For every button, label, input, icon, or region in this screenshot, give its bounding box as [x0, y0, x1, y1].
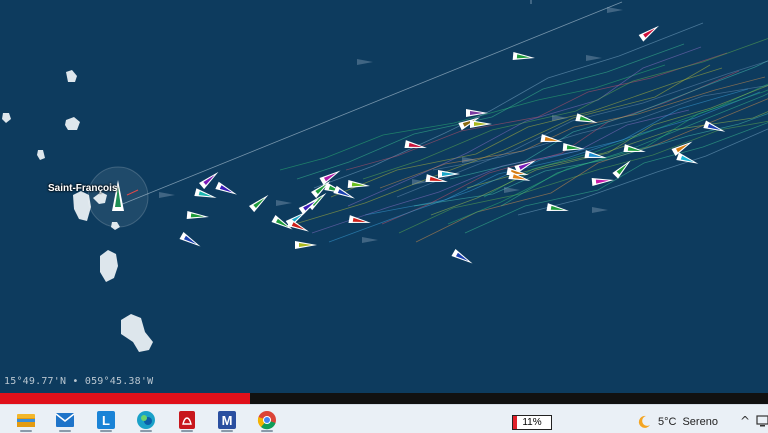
ghost-boat-icon	[504, 187, 520, 193]
boat-icon[interactable]	[438, 170, 460, 178]
cursor-coordinates: 15°49.77'N • 059°45.38'W	[4, 376, 154, 387]
island	[100, 250, 118, 282]
boat-icon[interactable]	[179, 232, 202, 250]
boat-wake-trail	[294, 64, 711, 225]
island	[66, 70, 77, 82]
weather-temperature: 5°C	[658, 416, 677, 428]
edge-icon[interactable]	[134, 408, 158, 432]
boat-icon[interactable]	[591, 176, 615, 186]
battery-level-fill	[513, 416, 518, 429]
ghost-boat-icon	[586, 55, 602, 61]
boat-icon[interactable]	[319, 167, 342, 185]
weather-description: Sereno	[682, 416, 718, 428]
race-map[interactable]: Saint-François 15°49.77'N • 059°45.38'W	[0, 0, 768, 393]
boat-icon[interactable]	[466, 109, 488, 117]
weather-widget[interactable]: 5°C Sereno	[636, 414, 718, 430]
boat-icon[interactable]	[295, 241, 317, 249]
moon-icon	[638, 415, 650, 428]
boat-wake-trail	[330, 67, 723, 198]
ghost-boat-icon	[159, 192, 175, 198]
boat-wake-trail	[328, 88, 749, 243]
battery-indicator[interactable]: 11%	[512, 415, 552, 430]
boat-icon[interactable]	[194, 188, 217, 201]
ghost-boat-icon	[276, 200, 292, 206]
svg-text:M: M	[222, 413, 233, 428]
pdf-reader-icon[interactable]	[175, 408, 199, 432]
taskbar: L M 11% 5°C Sereno ^	[0, 404, 768, 433]
race-progress-fill	[0, 393, 250, 404]
ghost-boat-icon	[362, 237, 378, 243]
boat-icon[interactable]	[512, 52, 536, 62]
boat-icon[interactable]	[470, 120, 492, 128]
svg-text:L: L	[102, 413, 110, 428]
boat-icon[interactable]	[249, 192, 271, 213]
boat-icon[interactable]	[638, 22, 662, 42]
ghost-boat-icon	[357, 59, 373, 65]
boat-icon[interactable]	[451, 249, 474, 267]
route-line	[119, 1, 623, 206]
mail-icon[interactable]	[53, 408, 77, 432]
show-hidden-icons-chevron-icon[interactable]: ^	[740, 414, 750, 428]
boat-wake-trail	[362, 38, 768, 180]
ghost-boat-icon	[607, 7, 623, 13]
boat-icon[interactable]	[676, 152, 699, 167]
battery-label: 11%	[522, 417, 542, 428]
boat-wake-trail	[279, 64, 666, 171]
ghost-boat-icon	[552, 115, 568, 121]
map-canvas[interactable]	[0, 0, 768, 393]
boat-icon[interactable]	[186, 211, 210, 221]
m-app-icon[interactable]: M	[215, 408, 239, 432]
island	[121, 314, 153, 352]
network-icon[interactable]	[756, 414, 768, 428]
ghost-boat-icon	[592, 207, 608, 213]
boat-wake-trail	[483, 83, 768, 198]
race-progress-bar	[0, 393, 768, 404]
island	[2, 113, 11, 123]
chrome-icon[interactable]	[255, 408, 279, 432]
file-explorer-icon[interactable]	[14, 408, 38, 432]
island	[65, 117, 80, 130]
l-app-icon[interactable]: L	[94, 408, 118, 432]
island	[37, 150, 45, 160]
boat-wake-trail	[517, 128, 768, 216]
boat-icon[interactable]	[215, 181, 238, 199]
place-label: Saint-François	[48, 183, 118, 194]
